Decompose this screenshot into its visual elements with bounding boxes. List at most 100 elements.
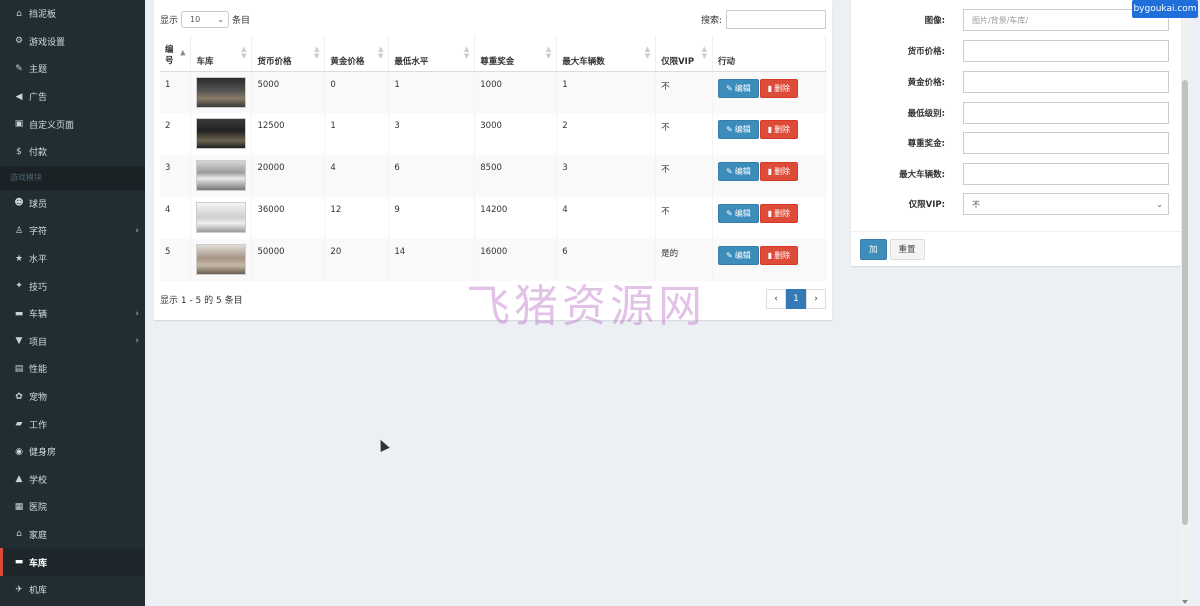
respect-bonus-input[interactable] xyxy=(963,132,1169,154)
sidebar-item[interactable]: $ 付款 xyxy=(0,138,145,166)
sidebar-item[interactable]: ▲ 学校 xyxy=(0,466,145,494)
sort-icon: ▲ ▼ xyxy=(314,44,320,60)
scrollbar-thumb[interactable] xyxy=(1182,80,1188,525)
cell-value: 12500 xyxy=(257,121,285,131)
sidebar-item[interactable]: ▰ 工作 xyxy=(0,410,145,438)
delete-button[interactable]: ▮ 删除 xyxy=(759,204,799,223)
edit-button[interactable]: ✎ 编辑 xyxy=(718,204,759,223)
table-row: 2 12500 1 3 3000 2 不 ✎ 编辑 ▮ 删除 xyxy=(160,113,826,155)
max-vehicles-label: 最大车辆数: xyxy=(899,170,945,180)
sidebar-item[interactable]: ⌂ 家庭 xyxy=(0,521,145,549)
coin-price-input[interactable] xyxy=(963,40,1169,62)
table-cell: 5000 xyxy=(251,71,326,113)
garage-thumbnail xyxy=(196,244,247,275)
sidebar-section-header: 游戏模块 xyxy=(0,165,145,190)
column-header[interactable]: 黄金价格 ▲ ▼ xyxy=(324,35,390,72)
vip-only-select[interactable]: 不 ⌄ xyxy=(963,193,1169,215)
page-length-select[interactable]: 10 ⌄ xyxy=(181,10,230,28)
column-header[interactable]: 最大车辆数 ▲ ▼ xyxy=(556,35,657,72)
sidebar-item[interactable]: ⚙ 游戏设置 xyxy=(0,28,145,56)
sidebar-item[interactable]: ◉ 健身房 xyxy=(0,438,145,466)
file-icon: ▤ xyxy=(14,363,24,374)
sidebar-item[interactable]: ◀ 广告 xyxy=(0,83,145,111)
page-scrollbar[interactable] xyxy=(1180,0,1190,606)
gold-price-input[interactable] xyxy=(963,71,1169,93)
reset-button[interactable]: 重置 xyxy=(889,238,925,260)
sidebar-item[interactable]: ▬ 车辆 › xyxy=(0,300,145,328)
delete-button[interactable]: ▮ 删除 xyxy=(759,78,799,98)
table-cell xyxy=(190,113,253,155)
sidebar-item[interactable]: ✦ 技巧 xyxy=(0,272,145,300)
table-cell: 3 xyxy=(388,113,476,155)
delete-button[interactable]: ▮ 删除 xyxy=(759,162,799,181)
scroll-down-icon[interactable] xyxy=(1182,600,1188,604)
sidebar-item[interactable]: ✎ 主题 xyxy=(0,55,145,83)
add-button[interactable]: 加 xyxy=(860,238,887,260)
column-header[interactable]: 编号 ▲ xyxy=(160,35,192,72)
sidebar-item[interactable]: ★ 水平 xyxy=(0,245,145,273)
column-header[interactable]: 仅限VIP ▲ ▼ xyxy=(655,35,714,72)
sidebar-item[interactable]: ▣ 自定义页面 xyxy=(0,110,145,138)
delete-button-label: 删除 xyxy=(774,125,791,134)
sidebar-item[interactable]: ▼ 项目 › xyxy=(0,328,145,356)
sidebar-item-label: 车辆 xyxy=(29,310,48,321)
edit-button[interactable]: ✎ 编辑 xyxy=(718,120,759,139)
cell-value: 不 xyxy=(661,123,670,133)
delete-button-label: 删除 xyxy=(774,251,791,260)
chevron-down-icon: ⌄ xyxy=(1156,199,1163,209)
prev-page-button[interactable]: ‹ xyxy=(766,289,786,309)
sidebar-item[interactable]: ⌂ 挡泥板 xyxy=(0,0,145,28)
sidebar-item-label: 球员 xyxy=(29,199,48,210)
column-header[interactable]: 最低水平 ▲ ▼ xyxy=(388,35,476,72)
sidebar-item[interactable]: ♙ 字符 › xyxy=(0,217,145,245)
table-cell xyxy=(190,239,253,281)
cell-value: 1 xyxy=(394,79,400,90)
column-header-label: 最低水平 xyxy=(394,56,429,67)
sidebar-item-label: 工作 xyxy=(29,420,48,431)
cell-value: 3000 xyxy=(480,121,502,131)
sidebar-item[interactable]: ✈ 机库 xyxy=(0,576,145,604)
cell-value: 3 xyxy=(165,163,171,173)
sidebar-item[interactable]: ▬ 车库 xyxy=(0,548,145,576)
sidebar-item[interactable]: ▦ 医院 xyxy=(0,493,145,521)
cell-value: 不 xyxy=(661,207,670,217)
table-cell: 1 xyxy=(388,71,476,113)
cell-value: 36000 xyxy=(257,205,285,215)
form-row-min-level: 最低级别: xyxy=(851,102,1181,124)
min-level-input[interactable] xyxy=(963,102,1169,124)
trash-icon: ▮ xyxy=(767,125,773,134)
edit-button[interactable]: ✎ 编辑 xyxy=(718,162,759,181)
table-cell: 不 xyxy=(655,155,714,197)
table-cell: 2 xyxy=(556,113,657,155)
sort-icon: ▲ ▼ xyxy=(545,44,552,60)
delete-button-label: 删除 xyxy=(774,83,791,93)
cell-value: 1 xyxy=(165,79,171,90)
next-page-button[interactable]: › xyxy=(806,289,826,309)
trash-icon: ▮ xyxy=(767,209,773,218)
page-button-current[interactable]: 1 xyxy=(786,289,806,309)
column-header-label: 最大车辆数 xyxy=(562,56,605,67)
search-input[interactable] xyxy=(726,9,826,29)
edit-button[interactable]: ✎ 编辑 xyxy=(718,246,759,265)
delete-button[interactable]: ▮ 删除 xyxy=(759,120,799,139)
sidebar-item[interactable]: ▤ 性能 xyxy=(0,355,145,383)
sidebar-item[interactable]: ☻ 球员 xyxy=(0,190,145,218)
delete-button[interactable]: ▮ 删除 xyxy=(759,246,799,265)
column-header[interactable]: 货币价格 ▲ ▼ xyxy=(251,35,326,72)
sort-icon: ▲ ▼ xyxy=(644,44,651,60)
coin-price-label: 货币价格: xyxy=(907,47,945,57)
max-vehicles-input[interactable] xyxy=(963,163,1169,185)
trash-icon: ▮ xyxy=(767,83,773,93)
table-cell: 不 xyxy=(655,197,714,239)
sort-icon: ▲ ▼ xyxy=(241,44,247,60)
table-cell xyxy=(190,155,253,197)
cell-value: 1000 xyxy=(480,79,502,90)
table-cell: 3 xyxy=(556,155,657,197)
table-cell: 0 xyxy=(324,71,390,113)
sidebar-item[interactable]: ✿ 宠物 xyxy=(0,383,145,411)
column-header[interactable]: 尊重奖金 ▲ ▼ xyxy=(474,35,558,72)
table-cell: ✎ 编辑 ▮ 删除 xyxy=(712,239,826,281)
edit-button[interactable]: ✎ 编辑 xyxy=(718,78,759,98)
column-header[interactable]: 车库 ▲ ▼ xyxy=(190,35,253,72)
briefcase-icon: ▰ xyxy=(15,419,23,430)
